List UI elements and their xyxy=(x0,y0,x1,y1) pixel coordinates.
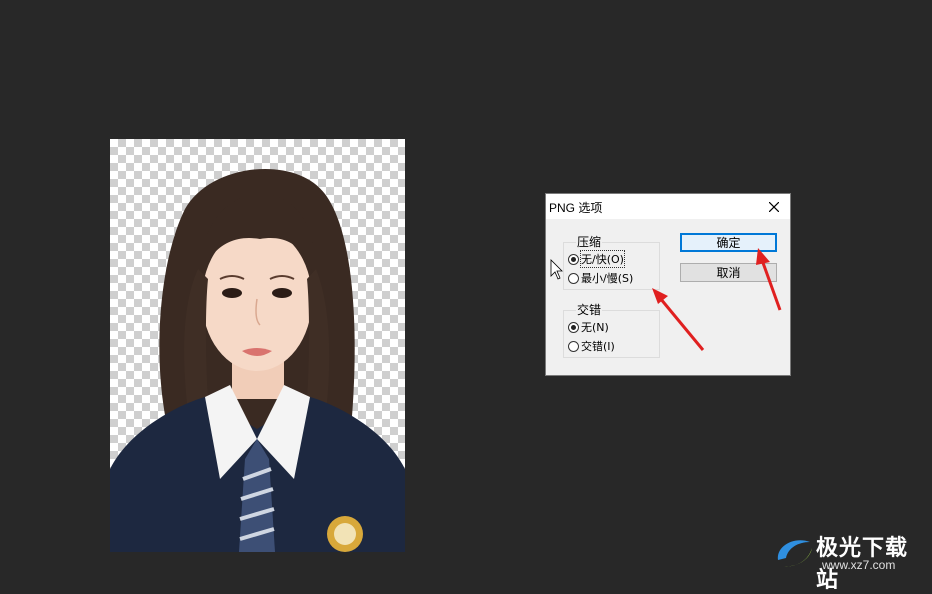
radio-button[interactable] xyxy=(568,272,579,284)
dialog-titlebar[interactable]: PNG 选项 xyxy=(546,194,790,219)
interlace-option-interlaced[interactable]: 交错(I) xyxy=(568,338,615,354)
radio-label: 交错(I) xyxy=(581,340,615,353)
portrait-photo xyxy=(110,168,405,552)
radio-button[interactable] xyxy=(568,340,579,352)
canvas-document xyxy=(110,139,405,552)
watermark-url: www.xz7.com xyxy=(822,558,896,572)
compression-group-label: 压缩 xyxy=(576,235,603,249)
radio-button[interactable] xyxy=(568,321,579,333)
radio-button[interactable] xyxy=(568,253,579,265)
interlace-group-label: 交错 xyxy=(576,303,603,317)
watermark: 极光下载站 www.xz7.com xyxy=(770,528,930,593)
compression-option-none-fast[interactable]: 无/快(O) xyxy=(568,250,625,268)
interlace-group: 交错 无(N) 交错(I) xyxy=(563,303,660,358)
dialog-title: PNG 选项 xyxy=(549,201,603,215)
site-logo-icon xyxy=(777,540,812,567)
png-options-dialog: PNG 选项 压缩 无/快(O) 最小/慢(S) 交错 无(N) 交错(I) 确… xyxy=(545,193,791,376)
close-icon xyxy=(769,201,779,212)
radio-label: 无(N) xyxy=(581,321,609,334)
cancel-button[interactable]: 取消 xyxy=(680,263,777,282)
close-button[interactable] xyxy=(758,194,790,219)
compression-option-smallest-slow[interactable]: 最小/慢(S) xyxy=(568,270,633,286)
compression-group: 压缩 无/快(O) 最小/慢(S) xyxy=(563,235,660,290)
radio-label: 无/快(O) xyxy=(580,250,625,268)
interlace-option-none[interactable]: 无(N) xyxy=(568,319,609,335)
radio-label: 最小/慢(S) xyxy=(581,272,634,285)
ok-button[interactable]: 确定 xyxy=(680,233,777,252)
